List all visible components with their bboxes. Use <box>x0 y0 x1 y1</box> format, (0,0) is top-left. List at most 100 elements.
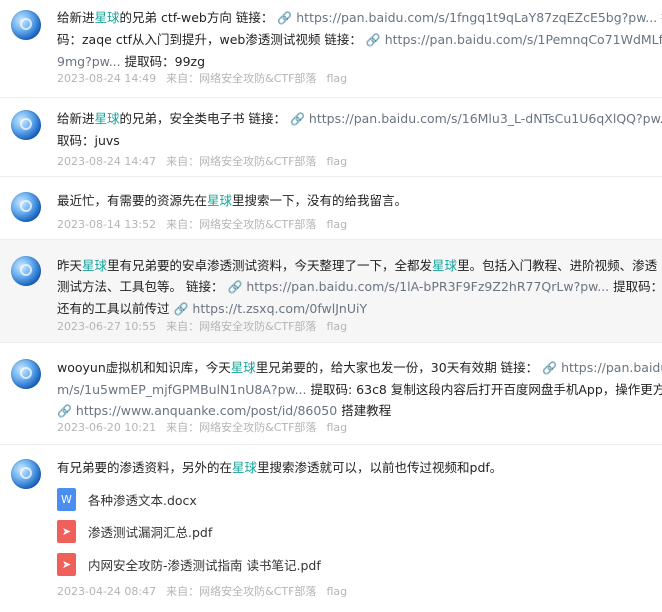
link-icon: 🔗 <box>289 112 305 126</box>
file-name[interactable]: 渗透测试漏洞汇总.pdf <box>88 522 212 541</box>
post-line: 最近忙，有需要的资源先在星球里搜索一下，没有的给我留言。 <box>57 190 662 211</box>
pdf-icon: ➤ <box>57 519 76 543</box>
link-icon: 🔗 <box>227 280 243 294</box>
text-fragment: 还有的工具以前传过 <box>57 301 174 316</box>
url-link[interactable]: 9mg?pw... <box>57 54 121 69</box>
text-fragment: 给新进 <box>57 111 95 126</box>
highlight-keyword[interactable]: 星球 <box>82 258 107 273</box>
text-fragment: 的兄弟，安全类电子书 链接： <box>119 111 290 126</box>
text-fragment: 测试方法、工具包等。 链接： <box>57 279 228 294</box>
post-line: 昨天星球里有兄弟要的安卓渗透测试资料，今天整理了一下，全都发星球里。包括入门教程… <box>57 255 662 276</box>
post-item[interactable]: 昨天星球里有兄弟要的安卓渗透测试资料，今天整理了一下，全都发星球里。包括入门教程… <box>0 240 662 343</box>
url-link[interactable]: m/s/1u5wmEP_mjfGPMBulN1nU8A?pw... <box>57 382 307 397</box>
file-name[interactable]: 内网安全攻防-渗透测试指南 读书笔记.pdf <box>88 555 321 574</box>
post-item[interactable]: 有兄弟要的渗透资料，另外的在星球里搜索渗透就可以，以前也传过视频和pdf。 W … <box>0 445 662 612</box>
text-fragment: 里。包括入门教程、进阶视频、渗透 <box>457 258 658 273</box>
link-icon: 🔗 <box>57 404 72 418</box>
file-name[interactable]: 各种渗透文本.docx <box>88 490 197 509</box>
file-attachment[interactable]: W 各种渗透文本.docx <box>57 487 197 511</box>
url-link[interactable]: https://pan.baidu.com/s/16Mlu3_L-dNTsCu1… <box>305 111 662 126</box>
post-line: 还有的工具以前传过 🔗 https://t.zsxq.com/0fwlJnUiY <box>57 298 662 320</box>
tag-link[interactable]: flag <box>326 421 347 434</box>
post-line: wooyun虚拟机和知识库，今天星球里兄弟要的，给大家也发一份，30天有效期 链… <box>57 357 662 379</box>
post-date: 2023-08-24 14:49 <box>57 72 157 85</box>
post-meta: 2023-08-24 14:49 来自：网络安全攻防&CTF部落 flag <box>57 70 357 86</box>
text-fragment: 提取 <box>657 10 662 25</box>
text-fragment: 给新进 <box>57 10 95 25</box>
post-feed: 给新进星球的兄弟 ctf-web方向 链接： 🔗 https://pan.bai… <box>0 0 662 612</box>
text-fragment: 的兄弟 ctf-web方向 链接： <box>119 10 278 25</box>
url-link[interactable]: https://pan.baidu.com/s/1fngq1t9qLaY87zq… <box>292 10 657 25</box>
tag-link[interactable]: flag <box>326 585 347 598</box>
text-fragment: wooyun虚拟机和知识库，今天 <box>57 360 231 375</box>
post-body: wooyun虚拟机和知识库，今天星球里兄弟要的，给大家也发一份，30天有效期 链… <box>57 357 662 422</box>
post-item[interactable]: 给新进星球的兄弟 ctf-web方向 链接： 🔗 https://pan.bai… <box>0 0 662 98</box>
source-label: 来自： <box>166 320 200 333</box>
text-fragment: 里搜索渗透就可以，以前也传过视频和pdf。 <box>257 460 503 475</box>
url-link[interactable]: https://t.zsxq.com/0fwlJnUiY <box>188 301 367 316</box>
avatar[interactable] <box>11 10 41 40</box>
source-group-link[interactable]: 网络安全攻防&CTF部落 <box>199 155 316 168</box>
post-line: 给新进星球的兄弟，安全类电子书 链接： 🔗 https://pan.baidu.… <box>57 108 662 130</box>
text-fragment: 码：zaqe ctf从入门到提升，web渗透测试视频 链接： <box>57 32 366 47</box>
post-item[interactable]: wooyun虚拟机和知识库，今天星球里兄弟要的，给大家也发一份，30天有效期 链… <box>0 343 662 445</box>
tag-link[interactable]: flag <box>326 72 347 85</box>
highlight-keyword[interactable]: 星球 <box>95 111 120 126</box>
source-label: 来自： <box>166 72 200 85</box>
text-fragment: 搭建教程 <box>337 403 392 418</box>
post-line: 测试方法、工具包等。 链接： 🔗 https://pan.baidu.com/s… <box>57 276 662 298</box>
avatar[interactable] <box>11 359 41 389</box>
post-date: 2023-08-24 14:47 <box>57 155 157 168</box>
highlight-keyword[interactable]: 星球 <box>432 258 457 273</box>
source-group-link[interactable]: 网络安全攻防&CTF部落 <box>199 72 316 85</box>
url-link[interactable]: https://www.anquanke.com/post/id/86050 <box>72 403 337 418</box>
tag-link[interactable]: flag <box>326 320 347 333</box>
post-line: 码：zaqe ctf从入门到提升，web渗透测试视频 链接： 🔗 https:/… <box>57 29 662 51</box>
text-fragment: 昨天 <box>57 258 83 273</box>
post-date: 2023-04-24 08:47 <box>57 585 157 598</box>
post-meta: 2023-04-24 08:47 来自：网络安全攻防&CTF部落 flag <box>57 583 357 599</box>
post-meta: 2023-06-20 10:21 来自：网络安全攻防&CTF部落 flag <box>57 419 357 435</box>
source-group-link[interactable]: 网络安全攻防&CTF部落 <box>199 320 316 333</box>
link-icon: 🔗 <box>277 11 293 25</box>
avatar[interactable] <box>11 459 41 489</box>
post-line: 9mg?pw... 提取码：99zg <box>57 51 662 72</box>
post-body: 给新进星球的兄弟，安全类电子书 链接： 🔗 https://pan.baidu.… <box>57 108 662 151</box>
source-label: 来自： <box>166 421 200 434</box>
post-item[interactable]: 给新进星球的兄弟，安全类电子书 链接： 🔗 https://pan.baidu.… <box>0 98 662 177</box>
text-fragment: 有兄弟要的渗透资料，另外的在 <box>57 460 233 475</box>
post-line: m/s/1u5wmEP_mjfGPMBulN1nU8A?pw... 提取码: 6… <box>57 379 662 400</box>
avatar[interactable] <box>11 110 41 140</box>
post-date: 2023-06-27 10:55 <box>57 320 157 333</box>
highlight-keyword[interactable]: 星球 <box>232 460 257 475</box>
file-attachment[interactable]: ➤ 内网安全攻防-渗透测试指南 读书笔记.pdf <box>57 552 321 576</box>
text-fragment: 里有兄弟要的安卓渗透测试资料，今天整理了一下，全都发 <box>107 258 433 273</box>
post-line: 给新进星球的兄弟 ctf-web方向 链接： 🔗 https://pan.bai… <box>57 7 662 29</box>
post-body: 最近忙，有需要的资源先在星球里搜索一下，没有的给我留言。 <box>57 190 662 211</box>
text-fragment: 提取码: 63c8 复制这段内容后打开百度网盘手机App，操作更方便哦 <box>306 382 662 397</box>
post-body: 昨天星球里有兄弟要的安卓渗透测试资料，今天整理了一下，全都发星球里。包括入门教程… <box>57 255 662 320</box>
source-group-link[interactable]: 网络安全攻防&CTF部落 <box>199 218 316 231</box>
highlight-keyword[interactable]: 星球 <box>207 193 232 208</box>
post-item[interactable]: 最近忙，有需要的资源先在星球里搜索一下，没有的给我留言。 2023-08-14 … <box>0 177 662 240</box>
url-link[interactable]: https://pan.baidu.co <box>557 360 662 375</box>
text-fragment: 提取码：99zg <box>120 54 206 69</box>
avatar[interactable] <box>11 192 41 222</box>
post-date: 2023-06-20 10:21 <box>57 421 157 434</box>
avatar[interactable] <box>11 256 41 286</box>
text-fragment: 提取码：mr55 <box>613 279 662 294</box>
link-icon: 🔗 <box>173 302 189 316</box>
file-attachment[interactable]: ➤ 渗透测试漏洞汇总.pdf <box>57 519 212 543</box>
tag-link[interactable]: flag <box>326 218 347 231</box>
source-label: 来自： <box>166 218 200 231</box>
highlight-keyword[interactable]: 星球 <box>231 360 256 375</box>
url-link[interactable]: https://pan.baidu.com/s/1lA-bPR3F9Fz9Z2h… <box>242 279 609 294</box>
post-body: 给新进星球的兄弟 ctf-web方向 链接： 🔗 https://pan.bai… <box>57 7 662 72</box>
source-group-link[interactable]: 网络安全攻防&CTF部落 <box>199 585 316 598</box>
text-fragment: 取码：juvs <box>57 133 120 148</box>
tag-link[interactable]: flag <box>326 155 347 168</box>
url-link[interactable]: https://pan.baidu.com/s/1PemnqCo71WdMLfQ… <box>381 32 662 47</box>
text-fragment: 里搜索一下，没有的给我留言。 <box>232 193 408 208</box>
highlight-keyword[interactable]: 星球 <box>95 10 120 25</box>
source-group-link[interactable]: 网络安全攻防&CTF部落 <box>199 421 316 434</box>
